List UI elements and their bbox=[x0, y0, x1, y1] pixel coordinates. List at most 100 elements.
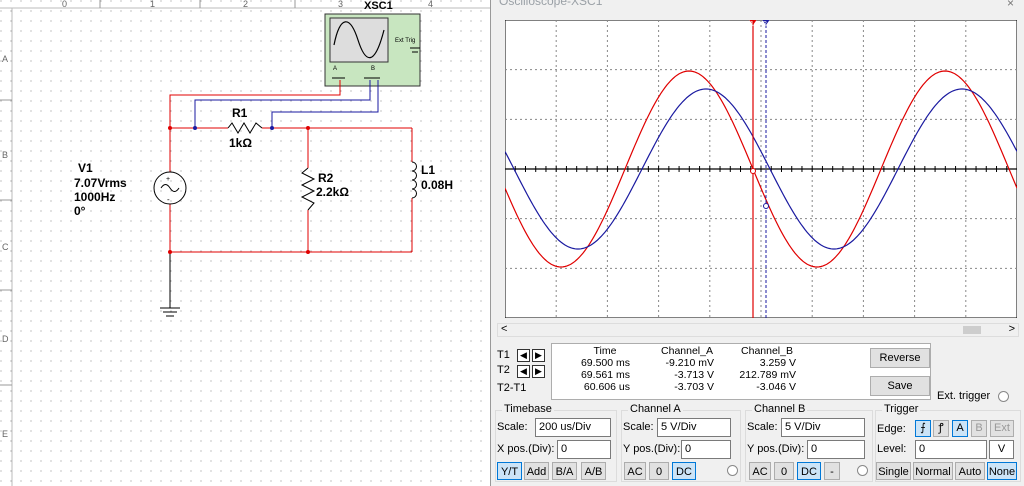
channel-a-scale-label: Scale: bbox=[623, 421, 654, 433]
close-icon[interactable]: × bbox=[1007, 0, 1014, 10]
channel-a-title: Channel A bbox=[628, 403, 683, 415]
horizontal-scrollbar[interactable]: < > bbox=[497, 323, 1019, 337]
falling-edge-icon[interactable]: ꝭ bbox=[933, 420, 949, 437]
trigger-level-unit[interactable]: V bbox=[989, 440, 1014, 459]
trigger-single-button[interactable]: Single bbox=[876, 462, 911, 480]
mode-add-button[interactable]: Add bbox=[524, 462, 549, 480]
channel-a-ypos-field[interactable]: 0 bbox=[681, 440, 731, 459]
port-b-label: B bbox=[371, 66, 375, 72]
ruler-number: 0 bbox=[62, 0, 67, 9]
t2-label: T2 bbox=[497, 364, 510, 376]
channel-a-terminal[interactable] bbox=[727, 465, 738, 476]
channel-a-zero-button[interactable]: 0 bbox=[649, 462, 669, 480]
t1-label: T1 bbox=[497, 349, 510, 361]
t1-time: 69.500 ms bbox=[580, 357, 630, 369]
channel-a-ac-button[interactable]: AC bbox=[624, 462, 646, 480]
mode-yt-button[interactable]: Y/T bbox=[497, 462, 522, 480]
save-button[interactable]: Save bbox=[870, 376, 930, 396]
mode-ba-button[interactable]: B/A bbox=[552, 462, 577, 480]
channel-a-ypos-label: Y pos.(Div): bbox=[623, 443, 681, 455]
t1-right-arrow-icon[interactable]: ▶ bbox=[532, 349, 545, 362]
channel-a-dc-button[interactable]: DC bbox=[672, 462, 696, 480]
reverse-button[interactable]: Reverse bbox=[870, 348, 930, 368]
readout-header-time: Time bbox=[593, 345, 617, 357]
channel-b-title: Channel B bbox=[752, 403, 808, 415]
trigger-normal-button[interactable]: Normal bbox=[913, 462, 953, 480]
instrument-screen-icon bbox=[329, 17, 389, 63]
scope-screen[interactable]: 1 2 bbox=[505, 20, 1017, 318]
ruler-number: 3 bbox=[338, 0, 343, 9]
channel-b-ac-button[interactable]: AC bbox=[749, 462, 771, 480]
ruler-number: 4 bbox=[428, 0, 433, 9]
t2-channel-a: -3.713 V bbox=[674, 369, 714, 381]
t2-channel-b: 212.789 mV bbox=[739, 369, 796, 381]
t2-t1-label: T2-T1 bbox=[497, 382, 527, 394]
t1-channel-a: -9.210 mV bbox=[665, 357, 714, 369]
scroll-left-icon[interactable]: < bbox=[501, 323, 507, 335]
scroll-right-icon[interactable]: > bbox=[1009, 323, 1015, 335]
v1-name: V1 bbox=[78, 161, 93, 175]
trigger-level-field[interactable]: 0 bbox=[915, 440, 987, 459]
r1-name: R1 bbox=[232, 106, 248, 120]
r2-name: R2 bbox=[318, 171, 334, 185]
timebase-scale-field[interactable]: 200 us/Div bbox=[535, 418, 611, 437]
delta-channel-b: -3.046 V bbox=[756, 381, 796, 393]
schematic-canvas[interactable]: 0 1 2 3 4 A B C D E XSC1 Ext Trig A B R1… bbox=[0, 0, 490, 486]
t2-time: 69.561 ms bbox=[580, 369, 630, 381]
l1-value: 0.08H bbox=[421, 178, 453, 192]
ruler-letter: B bbox=[2, 150, 8, 160]
ext-trig-label: Ext Trig bbox=[395, 38, 415, 44]
ruler-number: 1 bbox=[150, 0, 155, 9]
channel-b-scale-field[interactable]: 5 V/Div bbox=[781, 418, 865, 437]
cursor-t2-label: 2 bbox=[763, 21, 767, 28]
delta-time: 60.606 us bbox=[583, 381, 630, 393]
ruler-letter: A bbox=[2, 54, 8, 64]
channel-a-scale-field[interactable]: 5 V/Div bbox=[657, 418, 731, 437]
ruler-letter: D bbox=[2, 334, 9, 344]
v1-value: 7.07Vrms bbox=[74, 176, 127, 190]
t1-channel-b: 3.259 V bbox=[759, 357, 796, 369]
trigger-edge-label: Edge: bbox=[877, 423, 906, 435]
channel-b-scale-label: Scale: bbox=[747, 421, 778, 433]
trigger-none-button[interactable]: None bbox=[987, 462, 1017, 480]
v1-frequency: 1000Hz bbox=[74, 190, 115, 204]
ruler-letter: E bbox=[2, 429, 8, 439]
trigger-title: Trigger bbox=[882, 403, 921, 415]
scroll-thumb[interactable] bbox=[963, 326, 981, 334]
ruler-number: 2 bbox=[243, 0, 248, 9]
window-title: Oscilloscope-XSC1 bbox=[499, 0, 603, 8]
t2-right-arrow-icon[interactable]: ▶ bbox=[532, 365, 545, 378]
trigger-auto-button[interactable]: Auto bbox=[955, 462, 985, 480]
svg-text:-: - bbox=[167, 195, 170, 204]
ruler-letter: C bbox=[2, 242, 9, 252]
rising-edge-icon[interactable]: ⨍ bbox=[915, 420, 931, 437]
r2-value: 2.2kΩ bbox=[316, 185, 349, 199]
readout-header-channel-a: Channel_A bbox=[661, 345, 713, 357]
cursor-t1-label: 1 bbox=[750, 21, 754, 28]
trigger-source-b-button[interactable]: B bbox=[971, 420, 987, 437]
x-pos-field[interactable]: 0 bbox=[557, 440, 611, 459]
r1-value: 1kΩ bbox=[229, 136, 252, 150]
delta-channel-a: -3.703 V bbox=[674, 381, 714, 393]
channel-b-invert-button[interactable]: - bbox=[824, 462, 840, 480]
l1-name: L1 bbox=[421, 163, 435, 177]
oscilloscope-window: Oscilloscope-XSC1 × 1 2 < > T1 T2 T2-T1 … bbox=[490, 0, 1024, 486]
timebase-scale-label: Scale: bbox=[497, 421, 528, 433]
svg-text:+: + bbox=[166, 176, 170, 183]
channel-b-ypos-label: Y pos.(Div): bbox=[747, 443, 805, 455]
mode-ab-button[interactable]: A/B bbox=[581, 462, 606, 480]
t2-left-arrow-icon[interactable]: ◀ bbox=[517, 365, 530, 378]
channel-b-zero-button[interactable]: 0 bbox=[774, 462, 794, 480]
trigger-source-a-button[interactable]: A bbox=[952, 420, 968, 437]
channel-b-ypos-field[interactable]: 0 bbox=[807, 440, 865, 459]
instrument-label: XSC1 bbox=[364, 0, 393, 12]
ext-trigger-label: Ext. trigger bbox=[937, 390, 991, 402]
ext-trigger-terminal[interactable] bbox=[998, 391, 1009, 402]
channel-b-dc-button[interactable]: DC bbox=[797, 462, 821, 480]
trigger-source-ext-button[interactable]: Ext bbox=[990, 420, 1014, 437]
v1-phase: 0° bbox=[74, 204, 86, 218]
x-pos-label: X pos.(Div): bbox=[497, 443, 555, 455]
t1-left-arrow-icon[interactable]: ◀ bbox=[517, 349, 530, 362]
trigger-level-label: Level: bbox=[877, 443, 907, 455]
channel-b-terminal[interactable] bbox=[857, 465, 868, 476]
